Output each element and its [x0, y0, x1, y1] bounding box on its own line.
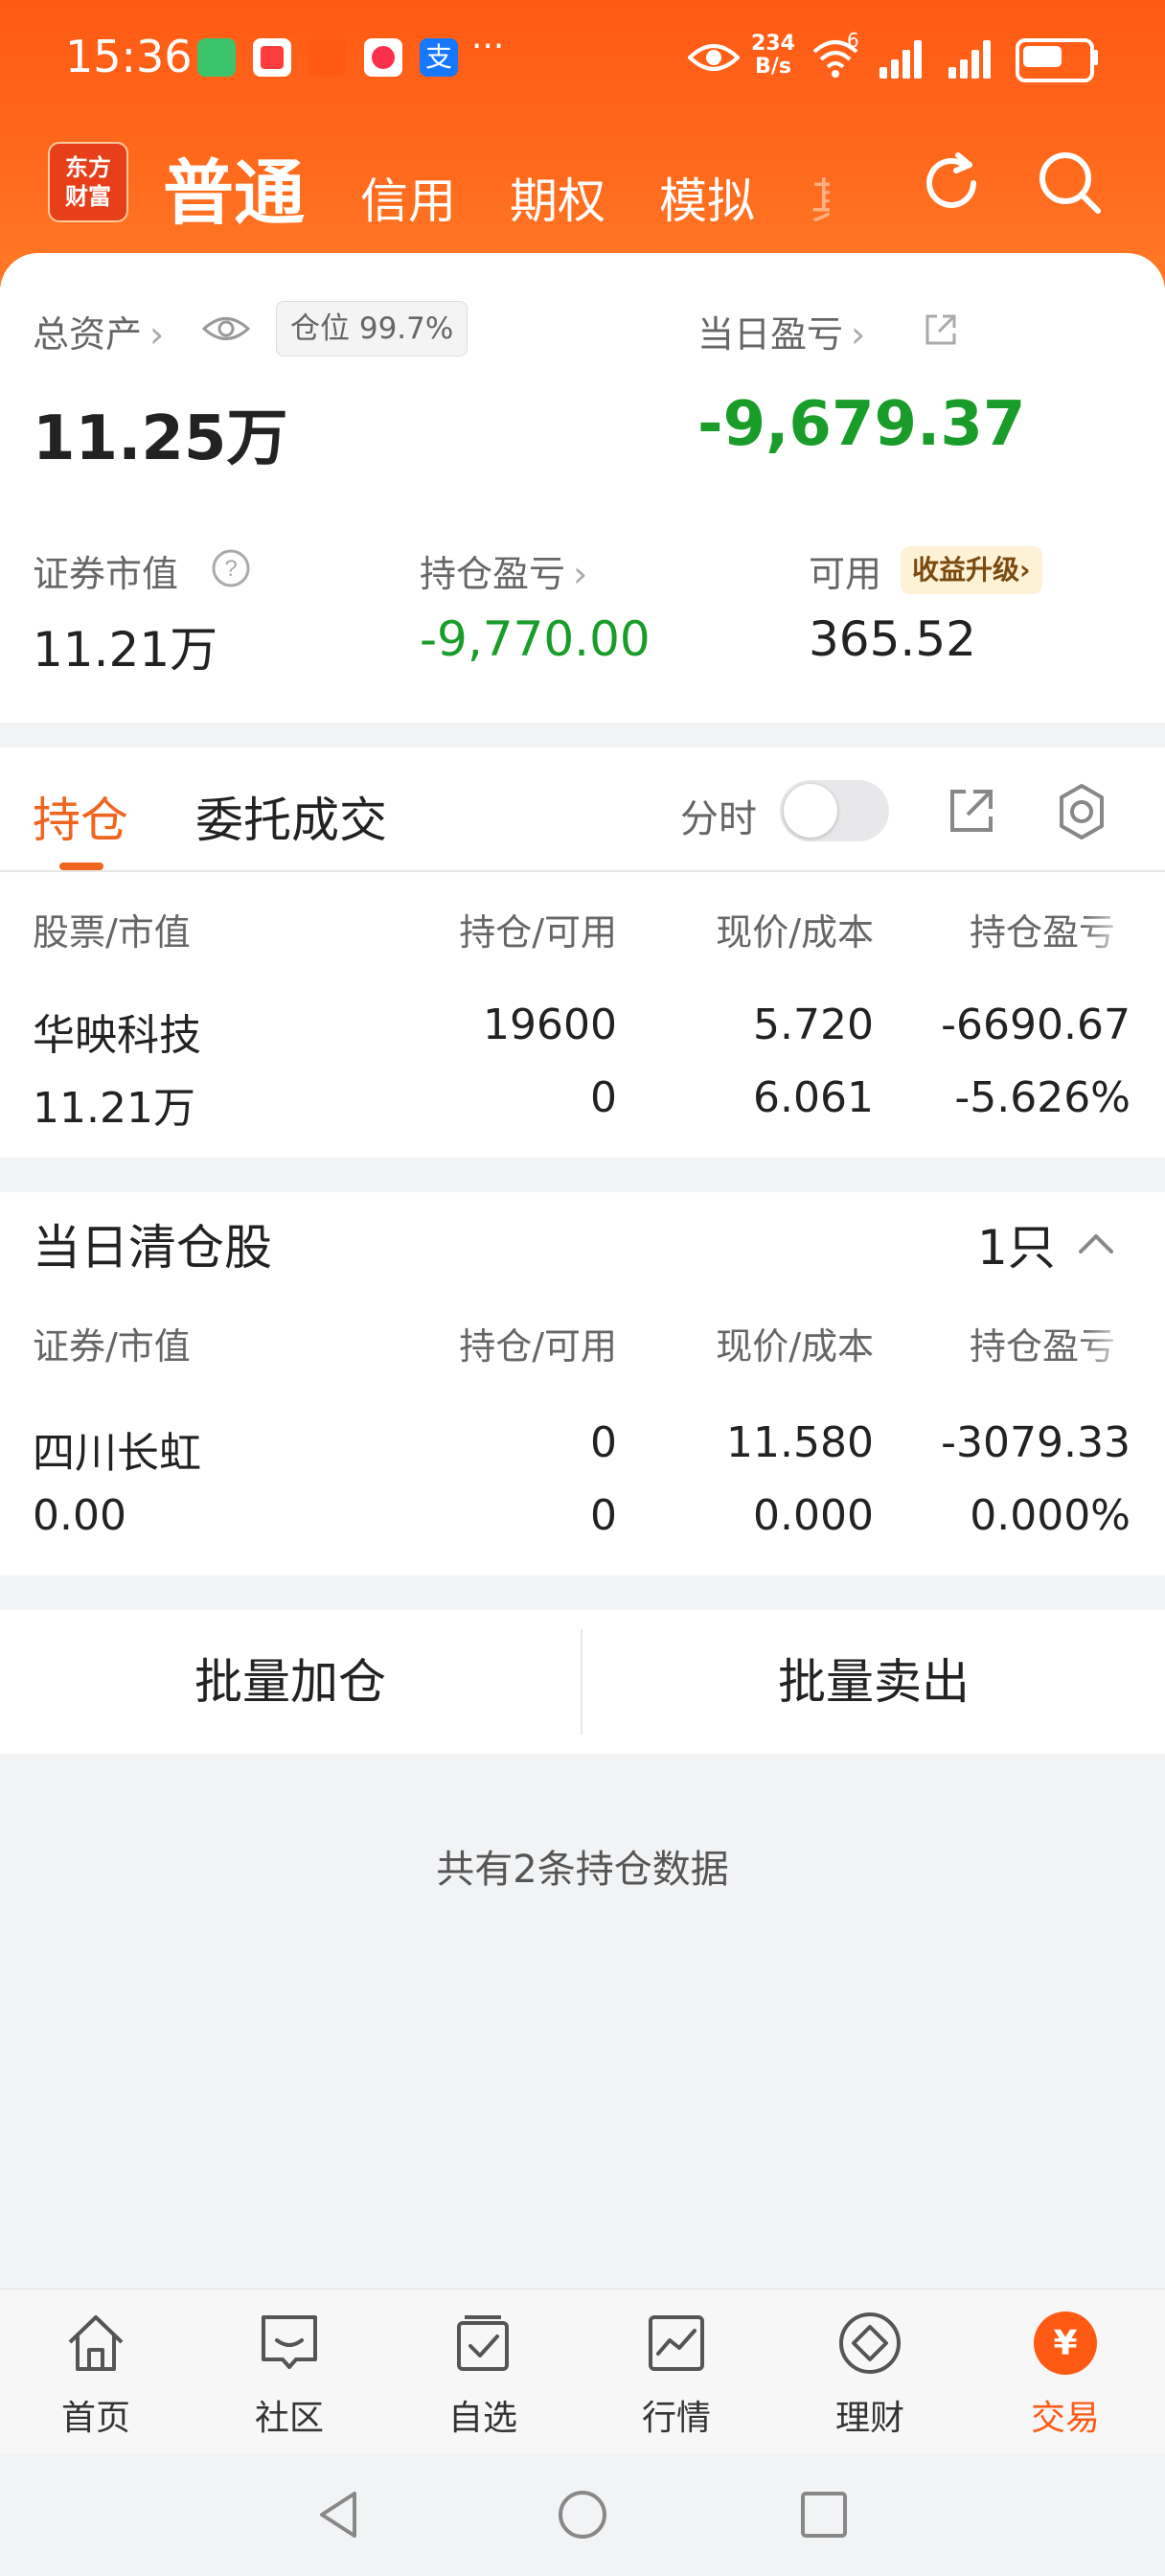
home-icon — [68, 2315, 124, 2371]
stock-market-value: 11.21万 — [33, 1084, 195, 1133]
nav-community[interactable]: 社区 — [222, 2310, 356, 2440]
share-external-icon[interactable] — [922, 310, 960, 349]
batch-sell-button[interactable]: 批量卖出 — [582, 1610, 1165, 1754]
tab-orders[interactable]: 委托成交 — [195, 782, 387, 851]
tab-more[interactable]: 其 — [811, 163, 830, 232]
col-header-position: 持仓/可用 — [459, 1325, 617, 1368]
daily-pnl-label[interactable]: 当日盈亏 › — [697, 305, 865, 357]
table-row[interactable]: 华映科技 11.21万 19600 0 5.720 6.061 -6690.67… — [0, 978, 1165, 1140]
community-icon — [262, 2315, 317, 2369]
available-value: 365.52 — [809, 611, 976, 667]
watchlist-icon — [457, 2315, 509, 2371]
wealth-icon — [839, 2312, 901, 2374]
app-notification-icon — [197, 38, 236, 77]
stock-market-value: 0.00 — [33, 1491, 126, 1540]
table-row[interactable]: 四川长虹 0.00 0 0 11.580 0.000 -3079.33 0.00… — [0, 1395, 1165, 1558]
nav-watchlist[interactable]: 自选 — [416, 2310, 550, 2440]
tab-credit[interactable]: 信用 — [360, 163, 456, 232]
col-header-security: 证券/市值 — [33, 1325, 191, 1368]
time-share-label: 分时 — [680, 797, 757, 841]
col-header-price: 现价/成本 — [716, 1325, 874, 1368]
nav-market[interactable]: 行情 — [609, 2310, 743, 2440]
tab-options[interactable]: 期权 — [510, 163, 605, 232]
current-price: 11.580 — [726, 1418, 874, 1467]
battery-tip — [1092, 50, 1098, 65]
refresh-icon[interactable] — [916, 148, 987, 218]
settings-gear-icon[interactable] — [1052, 782, 1111, 841]
signal-icon — [948, 36, 1002, 79]
more-notifications-icon: ··· — [471, 27, 505, 66]
app-notification-icon — [308, 38, 347, 77]
tab-simulate[interactable]: 模拟 — [659, 163, 755, 232]
position-qty: 19600 — [483, 1000, 617, 1049]
col-header-pnl: 持仓盈亏 — [970, 911, 1116, 954]
network-speed: 234 B/s — [751, 32, 795, 79]
trade-icon: ¥ — [1034, 2312, 1097, 2375]
col-header-price: 现价/成本 — [716, 911, 874, 954]
help-icon[interactable]: ? — [211, 548, 251, 588]
col-header-pnl: 持仓盈亏 — [970, 1325, 1116, 1368]
holding-pnl-label[interactable]: 持仓盈亏 › — [420, 544, 587, 597]
tab-normal[interactable]: 普通 — [163, 136, 305, 239]
holding-pnl-percent: 0.000% — [970, 1491, 1131, 1540]
app-logo: 东方 财富 — [48, 142, 128, 222]
active-tab-indicator — [59, 862, 103, 870]
chevron-up-icon[interactable] — [1077, 1229, 1115, 1257]
recents-icon[interactable] — [797, 2488, 851, 2542]
cost-price: 0.000 — [753, 1491, 874, 1540]
col-header-stock: 股票/市值 — [33, 911, 191, 954]
battery-icon — [1016, 38, 1094, 82]
stock-name: 华映科技 — [33, 1011, 201, 1060]
market-value: 11.21万 — [33, 622, 218, 678]
bottom-nav — [0, 2288, 1165, 2454]
position-ratio-badge: 仓位 99.7% — [276, 301, 468, 356]
home-circle-icon[interactable] — [556, 2488, 609, 2542]
svg-text:¥: ¥ — [1053, 2324, 1077, 2363]
wifi-generation: 6 — [847, 29, 859, 52]
back-icon[interactable] — [312, 2488, 366, 2542]
eye-icon — [688, 44, 740, 71]
current-price: 5.720 — [753, 1000, 874, 1049]
nav-trade[interactable]: ¥ 交易 — [998, 2310, 1132, 2440]
holding-pnl: -3079.33 — [941, 1418, 1131, 1467]
svg-text:?: ? — [224, 556, 237, 582]
available-label: 可用 — [809, 553, 882, 595]
nav-wealth[interactable]: 理财 — [803, 2310, 937, 2440]
status-time: 15:36 — [65, 31, 193, 82]
holding-pnl-percent: -5.626% — [954, 1073, 1131, 1122]
time-share-toggle[interactable] — [780, 780, 889, 841]
signal-icon — [879, 36, 933, 79]
eye-toggle-icon[interactable] — [201, 312, 251, 345]
market-chart-icon — [649, 2315, 704, 2371]
holdings-count-note: 共有2条持仓数据 — [436, 1848, 729, 1892]
app-notification-icon — [364, 38, 402, 77]
alipay-icon: 支 — [420, 38, 458, 77]
total-assets-label[interactable]: 总资产 › — [33, 305, 164, 357]
available-qty: 0 — [590, 1491, 617, 1540]
holding-pnl-value: -9,770.00 — [420, 611, 651, 667]
cost-price: 6.061 — [753, 1073, 874, 1122]
upgrade-badge[interactable]: 收益升级› — [901, 546, 1042, 594]
app-notification-icon — [253, 38, 291, 77]
cleared-title: 当日清仓股 — [33, 1220, 272, 1276]
nav-home[interactable]: 首页 — [29, 2310, 163, 2440]
position-qty: 0 — [590, 1418, 617, 1467]
holding-pnl: -6690.67 — [941, 1000, 1131, 1049]
search-icon[interactable] — [1035, 148, 1106, 218]
total-assets-value: 11.25万 — [33, 403, 288, 474]
col-header-position: 持仓/可用 — [459, 911, 617, 954]
share-icon[interactable] — [945, 784, 998, 838]
stock-name: 四川长虹 — [33, 1429, 201, 1478]
daily-pnl-value: -9,679.37 — [697, 389, 1026, 460]
cleared-count[interactable]: 1只 — [977, 1209, 1056, 1278]
divider — [0, 870, 1165, 872]
market-value-label: 证券市值 — [33, 553, 179, 595]
batch-add-button[interactable]: 批量加仓 — [0, 1610, 581, 1754]
available-qty: 0 — [590, 1073, 617, 1122]
tab-holdings[interactable]: 持仓 — [33, 782, 128, 851]
